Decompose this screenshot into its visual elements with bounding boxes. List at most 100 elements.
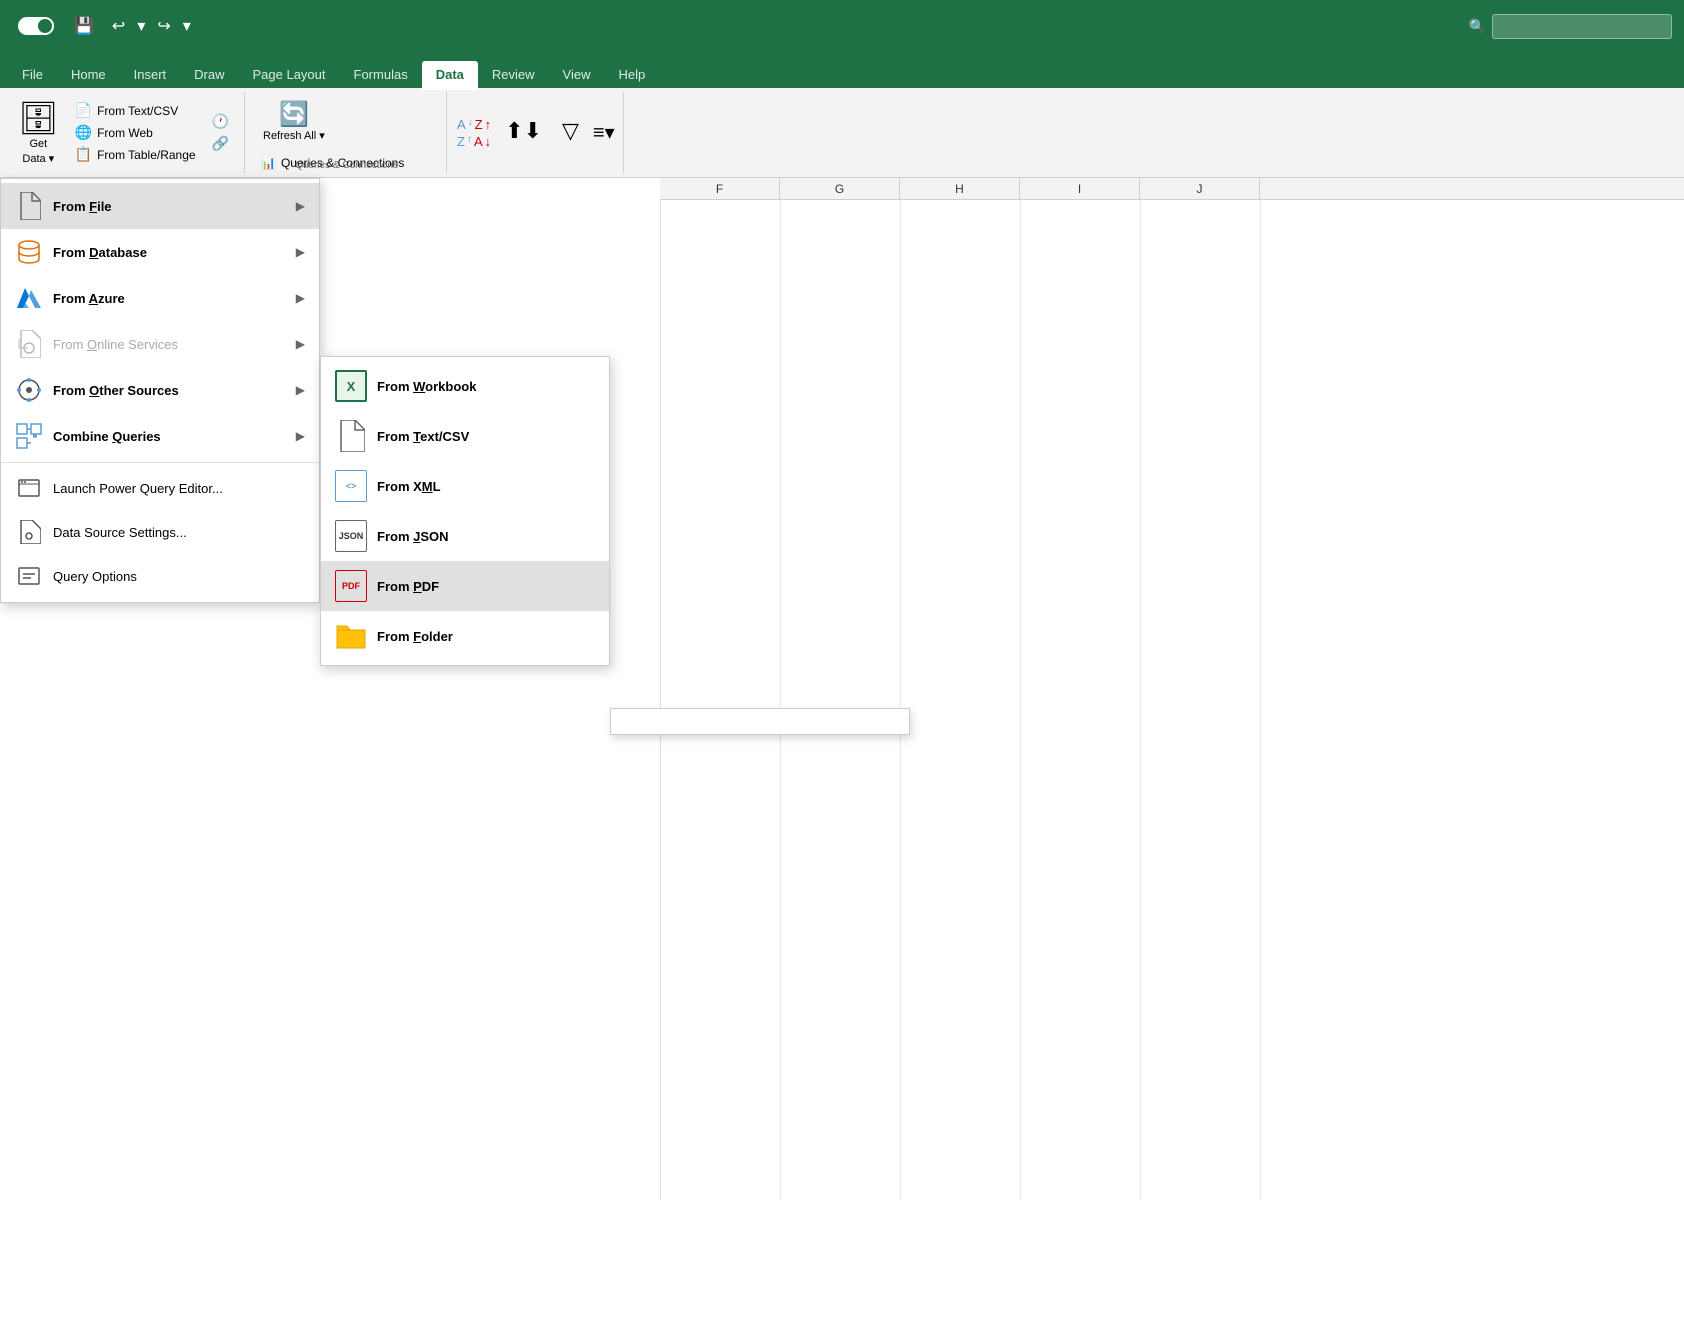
from-online-services-icon [15, 330, 43, 358]
text-csv-icon: 📄 [75, 102, 92, 119]
get-data-dropdown: From File ▶ From Database ▶ [0, 178, 320, 603]
undo-redo-area: ↩ ▾ ↪ ▾ [108, 12, 195, 40]
qc-icon: 📊 [261, 156, 276, 170]
col-header-h: H [900, 178, 1020, 199]
menu-item-from-other-sources[interactable]: From Other Sources ▶ [1, 367, 319, 413]
filter-button[interactable]: ▽ [556, 100, 585, 166]
from-database-arrow: ▶ [296, 245, 305, 259]
existing-connections-ribbon-button[interactable]: 🔗 [206, 133, 240, 155]
tab-draw[interactable]: Draw [180, 61, 238, 88]
from-folder-label: From Folder [377, 629, 453, 644]
from-file-label: From File [53, 199, 112, 214]
from-xml-label: From XML [377, 479, 441, 494]
query-options-label: Query Options [53, 569, 137, 584]
sort-filter-group: A ↓ Z ↑ Z ↑ A ↓ ⬆⬇ ▽ ≡▾ [449, 92, 624, 173]
refresh-all-label: Refresh All ▾ [263, 129, 325, 142]
redo-icon[interactable]: ↪ [153, 12, 174, 40]
tab-data[interactable]: Data [422, 61, 478, 88]
menu-item-query-options[interactable]: Query Options [1, 554, 319, 598]
save-icon[interactable]: 💾 [70, 12, 98, 40]
tab-insert[interactable]: Insert [120, 61, 181, 88]
combine-queries-label: Combine Queries [53, 429, 161, 444]
combine-queries-icon [15, 422, 43, 450]
from-azure-arrow: ▶ [296, 291, 305, 305]
from-text-csv-ribbon-button[interactable]: 📄 From Text/CSV [69, 100, 202, 122]
recent-icon: 🕐 [212, 113, 229, 130]
undo-icon[interactable]: ↩ [108, 12, 129, 40]
submenu-from-json[interactable]: JSON From JSON [321, 511, 609, 561]
from-other-sources-label: From Other Sources [53, 383, 179, 398]
xml-icon: <> [335, 470, 367, 502]
sort-za-icons: Z ↑ A ↓ [457, 134, 491, 149]
menu-item-from-file[interactable]: From File ▶ [1, 183, 319, 229]
submenu-from-pdf[interactable]: PDF From PDF [321, 561, 609, 611]
tab-formulas[interactable]: Formulas [340, 61, 422, 88]
from-json-label: From JSON [377, 529, 449, 544]
autosave-toggle[interactable] [18, 17, 54, 35]
pdf-icon: PDF [335, 570, 367, 602]
submenu-from-xml[interactable]: <> From XML [321, 461, 609, 511]
autosave-area [12, 17, 60, 35]
from-azure-label: From Azure [53, 291, 125, 306]
submenu-from-workbook[interactable]: X From Workbook [321, 361, 609, 411]
tab-home[interactable]: Home [57, 61, 120, 88]
menu-item-from-database[interactable]: From Database ▶ [1, 229, 319, 275]
menu-item-launch-pq[interactable]: Launch Power Query Editor... [1, 466, 319, 510]
sort-az-icons: A ↓ Z ↑ [457, 117, 491, 132]
spreadsheet: F G H I J From File ▶ [0, 178, 1684, 1200]
recent-existing-buttons: 🕐 🔗 [206, 111, 240, 155]
query-options-icon [15, 562, 43, 590]
recent-sources-ribbon-button[interactable]: 🕐 [206, 111, 240, 133]
get-data-group: 🗄 GetData ▾ 📄 From Text/CSV 🌐 From Web 📋… [8, 92, 245, 173]
search-input[interactable] [1492, 14, 1672, 39]
refresh-all-button[interactable]: 🔄 Refresh All ▾ [255, 94, 333, 148]
from-online-services-arrow: ▶ [296, 337, 305, 351]
from-table-range-ribbon-button[interactable]: 📋 From Table/Range [69, 144, 202, 166]
from-web-ribbon-button[interactable]: 🌐 From Web [69, 122, 202, 144]
from-text-csv-submenu-label: From Text/CSV [377, 429, 469, 444]
menu-item-data-source-settings[interactable]: Data Source Settings... [1, 510, 319, 554]
data-source-settings-label: Data Source Settings... [53, 525, 187, 540]
rows-area [660, 200, 1684, 1200]
sort-button[interactable]: ⬆⬇ [499, 100, 548, 166]
sort-icon: ⬆⬇ [505, 118, 542, 144]
title-bar: 💾 ↩ ▾ ↪ ▾ 🔍 [0, 0, 1684, 52]
column-headers: F G H I J [660, 178, 1684, 200]
workbook-icon: X [335, 370, 367, 402]
quick-access-icon[interactable]: ▾ [179, 12, 195, 40]
ribbon: 🗄 GetData ▾ 📄 From Text/CSV 🌐 From Web 📋… [0, 88, 1684, 178]
col-header-f: F [660, 178, 780, 199]
get-data-icon: 🗄 [18, 99, 59, 137]
undo-dropdown-icon[interactable]: ▾ [133, 12, 149, 40]
queries-connections-group: 🔄 Refresh All ▾ 📊 Queries & Connections … [247, 92, 447, 173]
combine-queries-arrow: ▶ [296, 429, 305, 443]
from-database-label: From Database [53, 245, 147, 260]
filter-icon: ▽ [562, 118, 579, 144]
get-data-button[interactable]: 🗄 GetData ▾ [12, 100, 65, 166]
tab-view[interactable]: View [549, 61, 605, 88]
get-data-label: GetData ▾ [22, 137, 54, 166]
menu-item-from-azure[interactable]: From Azure ▶ [1, 275, 319, 321]
menu-item-from-online-services[interactable]: From Online Services ▶ [1, 321, 319, 367]
from-file-icon [15, 192, 43, 220]
pdf-tooltip [610, 708, 910, 735]
submenu-from-folder[interactable]: From Folder [321, 611, 609, 661]
menu-item-combine-queries[interactable]: Combine Queries ▶ [1, 413, 319, 459]
from-web-label: From Web [97, 126, 153, 140]
col-header-j: J [1140, 178, 1260, 199]
qc-group-label: Queries & Connections [295, 160, 398, 171]
filter-advanced-icon[interactable]: ≡▾ [593, 120, 615, 145]
text-csv-submenu-icon [335, 420, 367, 452]
connections-icon: 🔗 [212, 135, 229, 152]
from-database-icon [15, 238, 43, 266]
from-pdf-label: From PDF [377, 579, 439, 594]
menu-separator-1 [1, 462, 319, 463]
from-other-sources-arrow: ▶ [296, 383, 305, 397]
submenu-from-text-csv[interactable]: From Text/CSV [321, 411, 609, 461]
tab-page-layout[interactable]: Page Layout [239, 61, 340, 88]
tab-help[interactable]: Help [604, 61, 659, 88]
from-azure-icon [15, 284, 43, 312]
tab-review[interactable]: Review [478, 61, 549, 88]
from-table-range-label: From Table/Range [97, 148, 196, 162]
tab-file[interactable]: File [8, 61, 57, 88]
